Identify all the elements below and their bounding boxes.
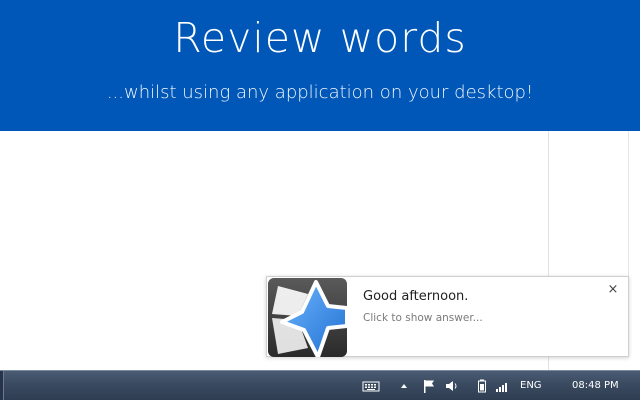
keyboard-icon[interactable] bbox=[362, 378, 380, 394]
notification-title: Good afternoon. bbox=[363, 289, 469, 304]
network-signal-icon[interactable] bbox=[494, 378, 510, 394]
column-divider-right bbox=[628, 131, 629, 291]
windows-taskbar: ENG 08:48 PM bbox=[0, 370, 640, 400]
start-button-edge[interactable] bbox=[0, 371, 4, 400]
header-banner: Review words ...whilst using any applica… bbox=[0, 0, 640, 131]
show-answer-hint[interactable]: Click to show answer... bbox=[363, 312, 483, 324]
banner-subtitle: ...whilst using any application on your … bbox=[106, 82, 534, 103]
volume-icon[interactable] bbox=[444, 378, 460, 394]
input-language-indicator[interactable]: ENG bbox=[520, 378, 546, 394]
battery-icon[interactable] bbox=[476, 378, 488, 394]
taskbar-clock[interactable]: 08:48 PM bbox=[572, 378, 628, 394]
show-hidden-icons-chevron[interactable] bbox=[399, 378, 409, 394]
action-center-flag-icon[interactable] bbox=[421, 378, 437, 394]
banner-title: Review words bbox=[173, 14, 467, 62]
review-notification[interactable]: Good afternoon. Click to show answer... … bbox=[266, 276, 629, 357]
anki-star-icon bbox=[268, 278, 347, 357]
close-icon[interactable]: × bbox=[606, 283, 620, 297]
